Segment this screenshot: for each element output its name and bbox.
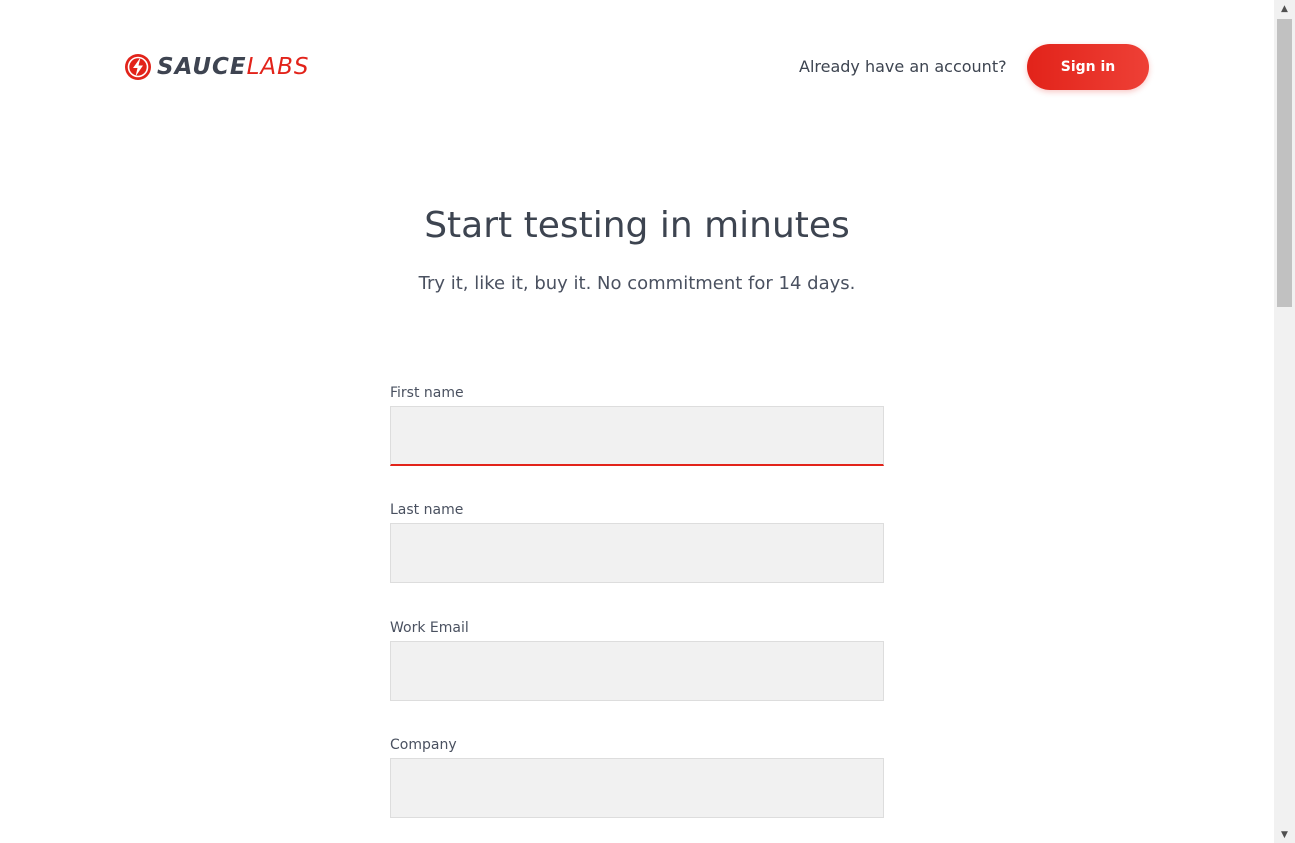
sauce-labs-bolt-icon xyxy=(125,54,151,80)
chevron-up-icon[interactable]: ▲ xyxy=(1274,0,1295,17)
page-subtitle: Try it, like it, buy it. No commitment f… xyxy=(418,273,856,294)
account-prompt: Already have an account? xyxy=(799,57,1007,76)
page-title: Start testing in minutes xyxy=(424,205,850,246)
first-name-label: First name xyxy=(390,385,464,401)
sign-in-button[interactable]: Sign in xyxy=(1027,44,1149,90)
logo-wordmark: SAUCELABS xyxy=(157,54,310,80)
last-name-input[interactable] xyxy=(390,523,884,583)
work-email-input[interactable] xyxy=(390,641,884,701)
work-email-group: Work Email xyxy=(390,619,884,701)
company-label: Company xyxy=(390,737,457,753)
company-group: Company xyxy=(390,736,884,818)
first-name-input[interactable] xyxy=(390,406,884,466)
signup-page: SAUCELABS Already have an account? Sign … xyxy=(0,0,1295,843)
scrollbar-thumb[interactable] xyxy=(1277,19,1292,307)
last-name-group: Last name xyxy=(390,501,884,583)
chevron-down-icon[interactable]: ▼ xyxy=(1274,826,1295,843)
vertical-scrollbar[interactable]: ▲ ▼ xyxy=(1274,0,1295,843)
last-name-label: Last name xyxy=(390,502,464,518)
company-input[interactable] xyxy=(390,758,884,818)
first-name-group: First name xyxy=(390,384,884,466)
work-email-label: Work Email xyxy=(390,620,469,636)
sauce-labs-logo[interactable]: SAUCELABS xyxy=(124,53,310,81)
